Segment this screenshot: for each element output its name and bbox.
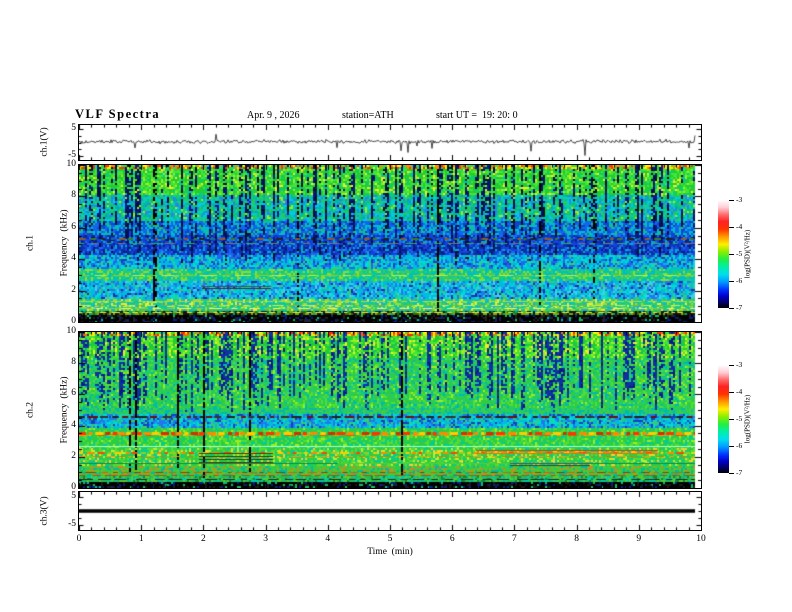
x-tick-label: 10 xyxy=(696,534,706,544)
ch1-label-line1: ch.1 xyxy=(25,234,36,252)
colorbar-tick xyxy=(729,365,734,366)
figure-title: VLF Spectra xyxy=(75,107,161,121)
station-label: station=ATH xyxy=(342,110,394,121)
x-tick-label: 3 xyxy=(263,534,268,544)
colorbar-tick-label: -4 xyxy=(736,387,743,396)
x-tick-label: 8 xyxy=(574,534,579,544)
vlf-spectra-page: VLF Spectra Apr. 9 , 2026 station=ATH st… xyxy=(0,0,792,612)
freq-tick-label: 6 xyxy=(71,221,76,232)
colorbar-tick-label: -6 xyxy=(736,276,743,285)
colorbar-tick xyxy=(729,446,734,447)
freq-tick-label: 8 xyxy=(71,357,76,368)
colorbar-tick-label: -7 xyxy=(736,468,743,477)
ch3-waveform-canvas xyxy=(78,491,702,531)
ch1-waveform-canvas xyxy=(78,124,702,161)
freq-tick-label: 6 xyxy=(71,388,76,399)
ch1-spectrogram-canvas xyxy=(78,164,702,323)
freq-tick-label: 4 xyxy=(71,253,76,264)
ch2-label-line1: ch.2 xyxy=(25,401,36,419)
x-tick-label: 0 xyxy=(76,534,82,544)
x-tick-label: 2 xyxy=(201,534,206,544)
freq-tick-label: 8 xyxy=(71,190,76,201)
colorbar-2 xyxy=(718,365,729,473)
freq-tick-label: 4 xyxy=(71,419,76,430)
colorbar-2-unit-label: log(PSD)(V²/Hz) xyxy=(743,394,752,444)
ch2-label-line2: Frequency (kHz) xyxy=(59,376,70,444)
colorbar-tick-label: -7 xyxy=(736,303,743,312)
ch1v-label-text: ch.1(V) xyxy=(39,127,50,157)
x-tick-label: 4 xyxy=(325,534,331,544)
colorbar-tick-label: -5 xyxy=(736,414,743,423)
colorbar-1 xyxy=(718,200,729,308)
colorbar-1-unit-label: log(PSD)(V²/Hz) xyxy=(743,229,752,279)
voltage-tick-label: 5 xyxy=(71,490,76,501)
x-tick-label: 5 xyxy=(387,534,393,544)
freq-tick-label: 10 xyxy=(66,326,77,336)
x-tick-label: 9 xyxy=(636,534,642,544)
colorbar-tick-label: -3 xyxy=(736,195,743,204)
colorbar-tick-label: -6 xyxy=(736,441,743,450)
colorbar-tick xyxy=(729,254,734,255)
x-tick-label: 6 xyxy=(449,534,455,544)
voltage-tick-label: -5 xyxy=(68,149,76,160)
colorbar-tick-label: -4 xyxy=(736,222,743,231)
colorbar-tick-label: -5 xyxy=(736,249,743,258)
colorbar-tick xyxy=(729,227,734,228)
x-tick-label: 1 xyxy=(138,534,144,544)
colorbar-tick xyxy=(729,392,734,393)
freq-tick-label: 2 xyxy=(71,284,76,295)
ch1-label-line2: Frequency (kHz) xyxy=(59,209,70,277)
voltage-tick-label: -5 xyxy=(68,519,76,530)
freq-tick-label: 10 xyxy=(66,159,77,169)
colorbar-tick xyxy=(729,419,734,420)
colorbar-tick xyxy=(729,281,734,282)
colorbar-tick xyxy=(729,473,734,474)
x-axis-title: Time (min) xyxy=(367,547,413,557)
date-label: Apr. 9 , 2026 xyxy=(247,110,300,121)
voltage-tick-label: 5 xyxy=(71,123,76,134)
start-ut-label: start UT = 19: 20: 0 xyxy=(436,110,518,121)
ch3v-label-text: ch.3(V) xyxy=(39,496,50,526)
colorbar-tick xyxy=(729,308,734,309)
ch2-spectrogram-canvas xyxy=(78,331,702,489)
colorbar-tick-label: -3 xyxy=(736,360,743,369)
colorbar-tick xyxy=(729,200,734,201)
freq-tick-label: 2 xyxy=(71,450,76,461)
x-tick-label: 7 xyxy=(512,534,517,544)
